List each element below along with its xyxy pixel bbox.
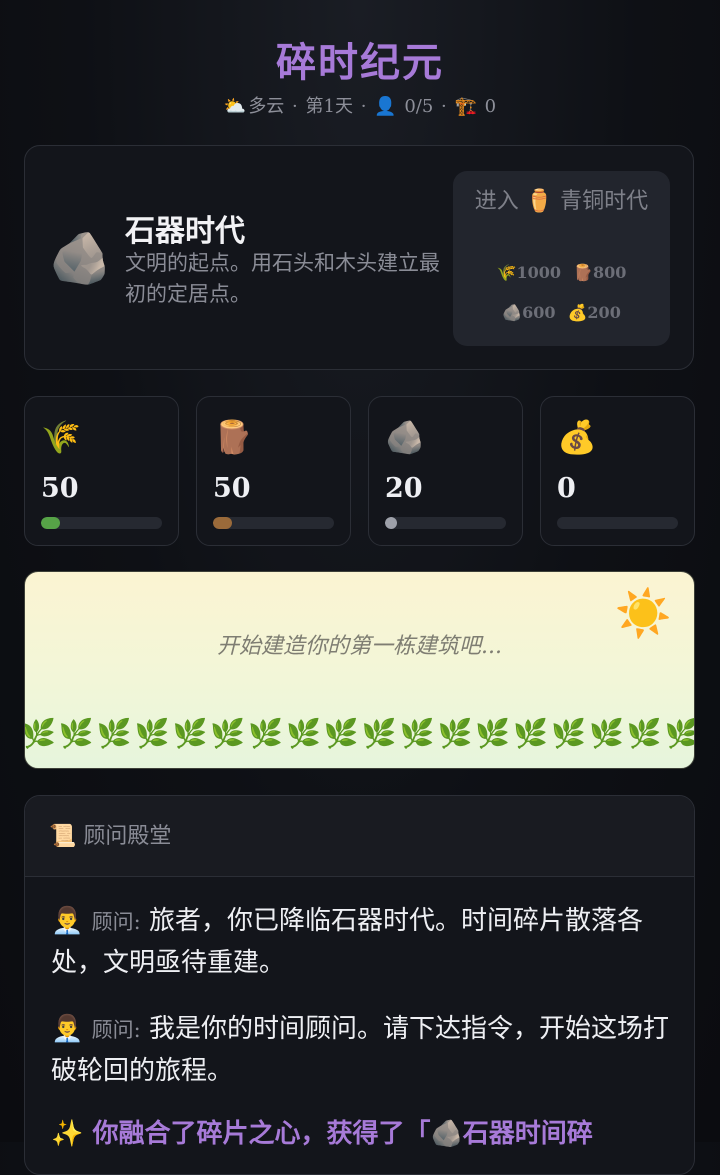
advisor-icon: 👨‍💼 (51, 906, 84, 936)
resource-card-food: 🌾 50 (24, 396, 179, 546)
village-scene[interactable]: ☀️ 开始建造你的第一栋建筑吧... 🌿🌿🌿🌿🌿🌿🌿🌿🌿🌿🌿🌿🌿🌿🌿🌿🌿🌿🌿🌿🌿… (24, 571, 695, 769)
resource-value: 50 (41, 473, 79, 504)
resource-bar (213, 517, 334, 529)
money-bag-icon: 💰 (567, 303, 588, 322)
building-icon: 🏗️ (454, 96, 477, 117)
grass-strip: 🌿🌿🌿🌿🌿🌿🌿🌿🌿🌿🌿🌿🌿🌿🌿🌿🌿🌿🌿🌿🌿🌿🌿🌿 (24, 717, 695, 750)
speaker-label: 顾问: (91, 910, 141, 934)
resource-bar-fill (213, 517, 233, 529)
era-description: 文明的起点。用石头和木头建立最初的定居点。 (125, 251, 440, 306)
cost-gold: 💰200 (567, 303, 621, 322)
resource-bar-fill (41, 517, 61, 529)
resource-value: 50 (213, 473, 251, 504)
resource-bar (385, 517, 506, 529)
rock-icon: 🪨 (385, 418, 425, 456)
cost-stone: 🪨600 (502, 303, 556, 322)
building-count: 0 (484, 96, 497, 117)
money-bag-icon: 💰 (557, 418, 597, 456)
scene-hint: 开始建造你的第一栋建筑吧... (217, 634, 502, 659)
population-count: 0/5 (404, 96, 434, 117)
separator: · (292, 96, 298, 117)
resource-bar (41, 517, 162, 529)
advisor-message: 👨‍💼 顾问: 我是你的时间顾问。请下达指令，开始这场打破轮回的旅程。 (51, 1009, 671, 1092)
cost-wood: 🪵800 (573, 263, 627, 282)
message-text: 我是你的时间顾问。请下达指令，开始这场打破轮回的旅程。 (51, 1014, 669, 1086)
wheat-icon: 🌾 (41, 418, 81, 456)
rock-icon: 🪨 (49, 229, 112, 287)
advisor-header: 📜 顾问殿堂 (25, 796, 694, 877)
day-counter: 第1天 (305, 96, 353, 117)
separator: · (441, 96, 447, 117)
resource-card-gold: 💰 0 (540, 396, 695, 546)
event-message: ✨ 你融合了碎片之心，获得了「🪨石器时间碎 (51, 1114, 671, 1155)
separator: · (360, 96, 367, 117)
sparkles-icon: ✨ (51, 1119, 84, 1149)
scroll-icon: 📜 (49, 824, 77, 849)
era-card: 🪨 石器时代 文明的起点。用石头和木头建立最初的定居点。 进入 ⚱️ 青铜时代 … (24, 145, 694, 370)
wood-icon: 🪵 (573, 263, 593, 282)
weather-icon: ⛅ (223, 96, 247, 117)
advisor-message: 👨‍💼 顾问: 旅者，你已降临石器时代。时间碎片散落各处，文明亟待重建。 (51, 901, 671, 984)
wheat-icon: 🌾 (496, 263, 517, 282)
advance-era-label: 进入 ⚱️ 青铜时代 (474, 189, 649, 214)
advance-cost-row: 🌾1000 🪵800 (453, 263, 670, 282)
cost-food: 🌾1000 (496, 263, 562, 282)
app-title: 碎时纪元 (276, 39, 444, 86)
wood-icon: 🪵 (213, 418, 253, 456)
advisor-panel: 📜 顾问殿堂 👨‍💼 顾问: 旅者，你已降临石器时代。时间碎片散落各处，文明亟待… (24, 795, 695, 1175)
advisor-icon: 👨‍💼 (51, 1014, 84, 1044)
speaker-label: 顾问: (91, 1018, 141, 1042)
resource-value: 20 (385, 473, 423, 504)
status-bar: ⛅ 多云 · 第1天 · 👤 0/5 · 🏗️ 0 (0, 92, 720, 118)
resource-bar-fill (385, 517, 398, 529)
resource-value: 0 (557, 473, 576, 504)
resource-bar (557, 517, 678, 529)
population-icon: 👤 (374, 96, 397, 117)
event-text: 你融合了碎片之心，获得了「🪨石器时间碎 (92, 1119, 593, 1149)
resource-card-wood: 🪵 50 (196, 396, 351, 546)
rock-icon: 🪨 (502, 303, 523, 322)
advisor-title: 顾问殿堂 (83, 824, 172, 849)
advance-cost-row: 🪨600 💰200 (453, 303, 670, 322)
advance-era-button[interactable]: 进入 ⚱️ 青铜时代 🌾1000 🪵800 🪨600 💰200 (453, 171, 670, 346)
resource-card-stone: 🪨 20 (368, 396, 523, 546)
era-name: 石器时代 (125, 214, 245, 249)
weather-label: 多云 (248, 96, 285, 117)
